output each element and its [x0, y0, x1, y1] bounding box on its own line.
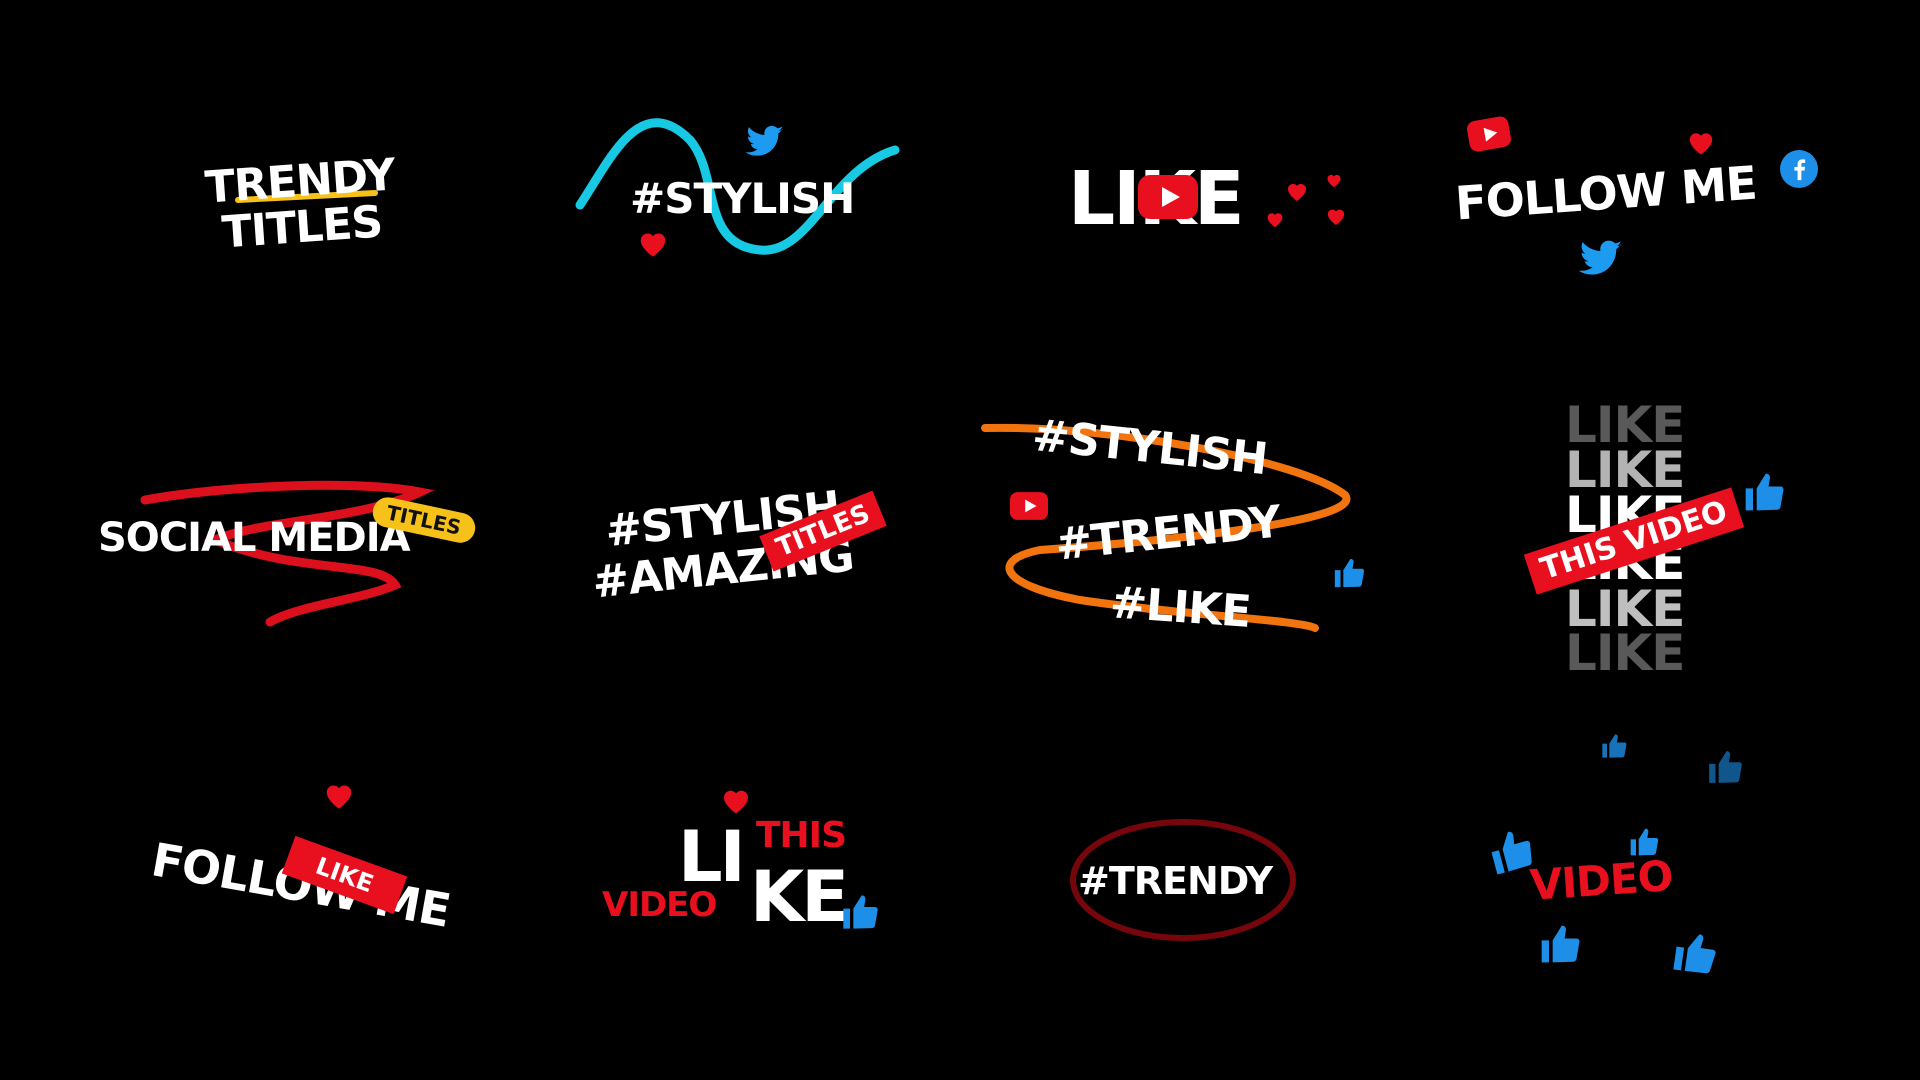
- thumbs-up-icon: [1602, 734, 1627, 758]
- heart-icon: [1327, 174, 1341, 188]
- heart-icon: [1267, 213, 1283, 228]
- facebook-icon: [1780, 150, 1818, 188]
- twitter-icon: [745, 125, 784, 156]
- youtube-icon: [1010, 492, 1048, 520]
- this-word: THIS: [756, 815, 847, 856]
- like-part-ke: KE: [750, 856, 849, 938]
- heart-icon: [1288, 184, 1306, 201]
- thumbs-up-icon: [1673, 934, 1716, 974]
- video-word: VIDEO: [602, 885, 717, 925]
- social-media-title: SOCIAL MEDIA: [98, 515, 411, 561]
- thumbs-up-icon: [1709, 751, 1742, 783]
- twitter-icon: [1578, 240, 1622, 275]
- thumbs-up-icon: [1745, 473, 1784, 511]
- thumbs-up-icon: [843, 895, 878, 929]
- heart-icon: [326, 785, 352, 809]
- thumbs-up-icon: [1334, 558, 1365, 588]
- like-part-li: LI: [678, 816, 746, 898]
- heart-icon: [1689, 133, 1713, 155]
- heart-icon: [724, 790, 748, 814]
- thumbs-up-icon: [1630, 828, 1659, 856]
- trendy-hashtag-title: #TRENDY: [1078, 859, 1273, 903]
- trendy-title-line2: TITLES: [220, 196, 384, 259]
- video-title: VIDEO: [1528, 851, 1674, 910]
- heart-icon: [640, 233, 666, 257]
- heart-icon: [1327, 209, 1345, 226]
- titles-preview-canvas: TRENDY TITLES #STYLISH LIKE FOLLOW ME SO…: [0, 0, 1920, 1080]
- like-stack-6: LIKE: [1565, 624, 1685, 682]
- youtube-icon: [1138, 175, 1198, 219]
- stylish-hashtag: #STYLISH: [630, 174, 855, 223]
- like-hashtag-line: #LIKE: [1108, 577, 1253, 638]
- thumbs-up-icon: [1541, 925, 1580, 963]
